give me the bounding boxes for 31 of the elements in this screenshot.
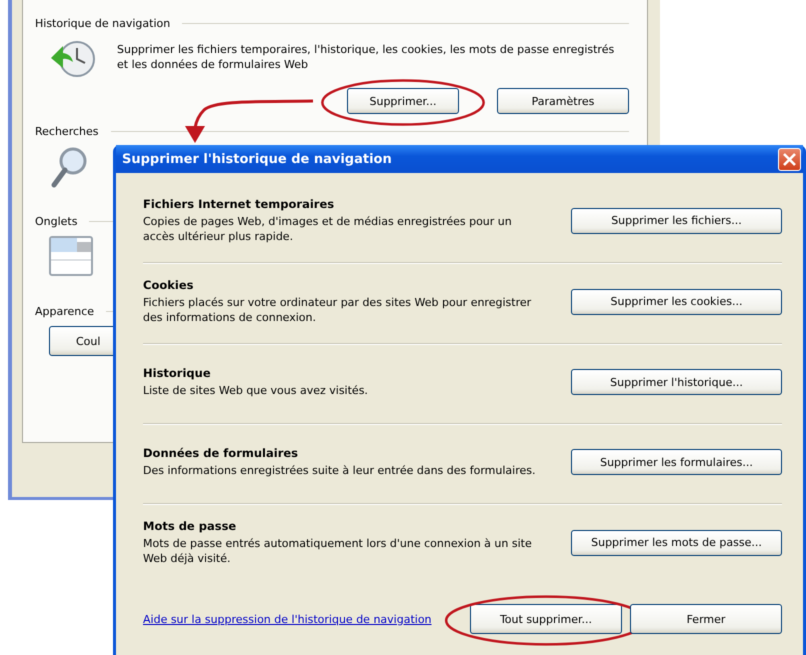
section-title: Cookies: [143, 278, 194, 293]
section-title: Historique: [143, 366, 212, 381]
section-description: Des informations enregistrées suite à leur entrée dans des formulaires.: [143, 464, 536, 477]
section-title: Recherches: [35, 124, 99, 138]
settings-button[interactable]: Supprimer...: [347, 88, 459, 114]
delete-button[interactable]: Supprimer les mots de passe...: [571, 530, 782, 556]
section-title: Données de formulaires: [143, 446, 300, 461]
section-description: Copies de pages Web, d'images et de médias enregistrées pour un accès ultérieur plus rapide.: [143, 215, 512, 243]
delete-button[interactable]: Supprimer les formulaires...: [571, 449, 782, 475]
section-title: Apparence: [35, 304, 94, 318]
search-icon: [49, 146, 89, 190]
settings-button[interactable]: Paramètres: [497, 88, 629, 114]
tabs-icon: [49, 236, 93, 276]
section-title: Historique de navigation: [35, 16, 170, 30]
section-description: Liste de sites Web que vous avez visités.: [143, 384, 368, 397]
close-button[interactable]: [778, 148, 801, 170]
close-dialog-button[interactable]: Fermer: [630, 604, 782, 634]
section-description: Fichiers placés sur votre ordinateur par des sites Web pour enregistrer des informations de connexion.: [143, 296, 532, 324]
section-title: Mots de passe: [143, 519, 238, 534]
section-title: Fichiers Internet temporaires: [143, 197, 336, 212]
delete-button[interactable]: Supprimer les cookies...: [571, 288, 782, 314]
dialog-title: Supprimer l'historique de navigation: [122, 152, 392, 166]
delete-button[interactable]: Supprimer les fichiers...: [571, 208, 782, 234]
delete-button[interactable]: Supprimer l'historique...: [571, 369, 782, 395]
delete-all-button[interactable]: Tout supprimer...: [470, 604, 622, 634]
help-link[interactable]: Aide sur la suppression de l'historique de navigation: [143, 612, 470, 626]
section-description: Mots de passe entrés automatiquement lors d'une connexion à un site Web déjà visité.: [143, 537, 532, 565]
section-description: Supprimer les fichiers temporaires, l'historique, les cookies, les mots de passe enregistrés et les données de formulaires Web: [117, 42, 616, 73]
section-title: Onglets: [35, 214, 78, 228]
close-icon: [782, 152, 797, 166]
clock-icon: [49, 38, 95, 80]
